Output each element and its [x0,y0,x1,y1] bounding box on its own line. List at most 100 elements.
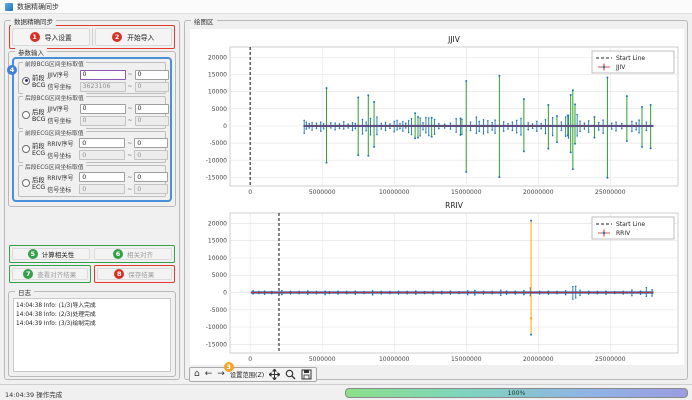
action-row-2: 7 查看对齐结果 8 保存结果 [9,265,175,283]
correlation-annotation-box: 5 计算相关性 6 相关对齐 [9,245,175,263]
import-settings-button[interactable]: 1 导入设置 [12,28,90,46]
svg-text:Start Line: Start Line [616,221,645,228]
svg-text:-5000: -5000 [210,307,228,314]
step-badge-5: 5 [28,249,38,259]
svg-text:-10000: -10000 [206,157,227,164]
input-0-1-from[interactable] [80,82,126,92]
field-label: RRIV序号 [47,173,77,182]
input-1-0-to[interactable] [135,104,169,114]
input-3-0-from[interactable] [79,172,125,182]
svg-text:-15000: -15000 [206,174,227,181]
radio-3[interactable]: 后段ECG [22,175,45,191]
svg-text:-10000: -10000 [206,324,227,331]
range-separator: ~ [128,71,133,78]
radio-1[interactable]: 后段BCG [22,107,46,123]
svg-text:0: 0 [248,189,252,196]
param-sections: 前段BCG区间坐标取值前段BCGJJIV序号~信号坐标~后段BCG区间坐标取值后… [16,61,168,198]
radio-label: 前段BCG [32,73,46,89]
save-result-label: 保存结果 [128,269,154,279]
figure-canvas: -15000-10000-500005000100001500020000050… [190,29,684,365]
input-0-1-to[interactable] [135,82,169,92]
view-result-annotation-box: 7 查看对齐结果 [9,265,91,283]
input-3-1-from[interactable] [79,184,125,194]
radio-circle[interactable] [22,77,30,85]
field-label: 信号坐标 [48,116,78,125]
plot-toolbar: ⌂ ← → 3 设置范围(Z) [189,367,317,382]
app-icon [5,3,13,11]
param-section-0: 前段BCG区间坐标取值前段BCGJJIV序号~信号坐标~ [18,62,166,94]
svg-text:15000: 15000 [208,238,227,245]
field-label: 信号坐标 [48,82,78,91]
svg-text:25000000: 25000000 [595,356,626,363]
svg-text:10000: 10000 [208,255,227,262]
plot-panel-title: 绘图区 [191,16,217,26]
zoom-icon[interactable] [285,369,296,380]
params-title: 参数输入 [15,47,47,57]
field-label: JJIV序号 [48,70,78,79]
save-icon[interactable] [301,369,312,380]
svg-text:-5000: -5000 [210,140,228,147]
input-1-1-to[interactable] [135,116,169,126]
input-1-0-from[interactable] [80,104,126,114]
field-row: RRIV序号~ [47,172,168,182]
svg-text:RRIV: RRIV [445,201,464,210]
legend: Start LineJJIV [592,51,674,73]
sync-panel-title: 数据精确同步 [11,16,56,26]
field-row: RRIV序号~ [47,138,168,148]
start-import-button[interactable]: 2 开始导入 [95,28,173,46]
svg-text:Start Line: Start Line [616,55,645,62]
log-list[interactable]: 14:04:38 Info: (1/3)导入完成14:04:38 Info: (… [13,298,171,372]
save-result-annotation-box: 8 保存结果 [94,265,176,283]
svg-text:5000000: 5000000 [309,189,336,196]
align-button[interactable]: 6 相关对齐 [94,248,172,260]
input-0-0-to[interactable] [135,70,169,80]
radio-circle[interactable] [22,145,30,153]
compute-correlation-button[interactable]: 5 计算相关性 [12,248,90,260]
param-section-legend: 前段ECG区间坐标取值 [23,128,86,137]
home-icon[interactable]: ⌂ [194,370,200,379]
back-icon[interactable]: ← [205,370,213,379]
input-3-1-to[interactable] [134,184,168,194]
range-separator: ~ [128,105,133,112]
svg-text:10000000: 10000000 [379,356,410,363]
log-line: 14:04:38 Info: (1/3)导入完成 [16,302,168,311]
field-label: JJIV序号 [48,104,78,113]
step-badge-8: 8 [114,269,124,279]
radio-0[interactable]: 前段BCG [22,73,46,89]
legend: Start LineRRIV [592,217,674,239]
save-result-button[interactable]: 8 保存结果 [97,268,173,280]
input-2-0-from[interactable] [79,138,125,148]
input-2-0-to[interactable] [134,138,168,148]
forward-icon[interactable]: → [217,370,225,379]
svg-text:0: 0 [223,123,227,130]
import-buttons-annotation-box: 1 导入设置 2 开始导入 [9,25,175,49]
svg-text:20000000: 20000000 [523,356,554,363]
status-bar: 14:04:39 操作完成 100% [0,384,692,400]
radio-circle[interactable] [22,111,30,119]
param-section-legend: 后段BCG区间坐标取值 [23,93,86,102]
input-0-0-from[interactable] [80,70,126,80]
start-import-label: 开始导入 [127,32,154,42]
step-badge-7: 7 [23,269,33,279]
radio-circle[interactable] [22,179,30,187]
progress-label: 100% [507,390,525,397]
param-section-2: 前段ECG区间坐标取值前段ECGRRIV序号~信号坐标~ [18,131,166,163]
input-2-1-to[interactable] [134,150,168,160]
field-label: RRIV序号 [47,139,77,148]
pan-icon[interactable] [269,369,280,380]
radio-label: 后段ECG [32,175,45,191]
input-3-0-to[interactable] [134,172,168,182]
input-1-1-from[interactable] [80,116,126,126]
param-section-1: 后段BCG区间坐标取值后段BCGJJIV序号 ~ 信号坐标 ~ [18,96,166,128]
field-row: JJIV序号 ~ [48,104,169,114]
params-groupbox: 参数输入 4 前段BCG区间坐标取值前段BCGJJIV序号~信号坐标~后段BCG… [8,51,176,207]
radio-label: 前段ECG [32,141,45,157]
input-2-1-from[interactable] [79,150,125,160]
step-badge-1: 1 [30,32,40,42]
view-align-result-label: 查看对齐结果 [37,269,76,279]
view-align-result-button[interactable]: 7 查看对齐结果 [12,268,88,280]
range-separator: ~ [128,117,133,124]
radio-2[interactable]: 前段ECG [22,141,45,157]
title-bar: 数据精确同步 [0,0,692,14]
set-range-button[interactable]: 3 设置范围(Z) [230,370,264,379]
